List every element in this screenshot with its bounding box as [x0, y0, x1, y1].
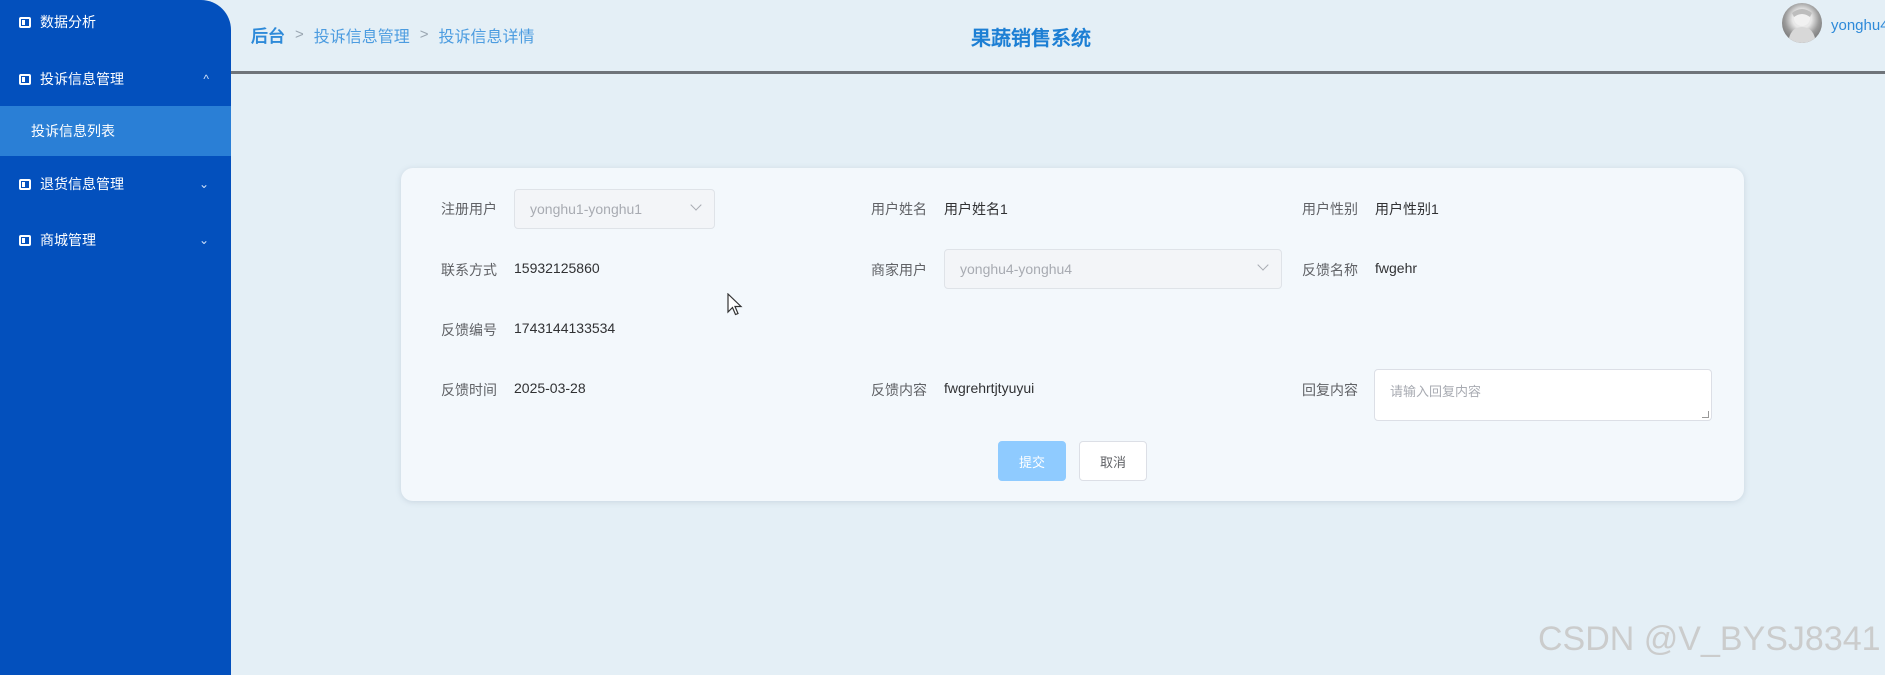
- sidebar-item-label: 投诉信息管理: [40, 71, 124, 87]
- reply-content-label: 回复内容: [1302, 382, 1358, 398]
- mouse-cursor-icon: [727, 293, 743, 316]
- breadcrumb: 后台 > 投诉信息管理 > 投诉信息详情: [251, 22, 535, 47]
- avatar[interactable]: [1782, 3, 1822, 43]
- feedback-no-value: 1743144133534: [514, 320, 616, 336]
- breadcrumb-separator-icon: >: [295, 26, 304, 43]
- sidebar: 数据分析 投诉信息管理 ^ 投诉信息列表 退货信息管理 ⌄ 商城管理 ⌄: [0, 0, 231, 675]
- feedback-no-label: 反馈编号: [441, 322, 497, 338]
- user-gender-value: 用户性别1: [1375, 201, 1439, 217]
- top-header: 后台 > 投诉信息管理 > 投诉信息详情 果蔬销售系统 yonghu4: [231, 0, 1885, 74]
- chevron-down-icon: [1257, 259, 1269, 271]
- user-name-value: 用户姓名1: [944, 201, 1008, 217]
- registered-user-select[interactable]: yonghu1-yonghu1: [514, 189, 715, 229]
- contact-value: 15932125860: [514, 260, 600, 276]
- user-name-label: 用户姓名: [871, 201, 927, 217]
- merchant-user-label: 商家用户: [871, 262, 927, 278]
- menu-icon: [19, 234, 31, 246]
- breadcrumb-separator-icon: >: [419, 26, 429, 43]
- contact-label: 联系方式: [441, 262, 497, 278]
- watermark: CSDN @V_BYSJ8341: [1538, 620, 1881, 658]
- sidebar-item-complaint-management[interactable]: 投诉信息管理 ^: [0, 54, 231, 104]
- chevron-down-icon: ⌄: [198, 233, 209, 247]
- menu-icon: [19, 73, 31, 85]
- sidebar-item-complaint-list[interactable]: 投诉信息列表: [0, 106, 231, 156]
- feedback-name-value: fwgehr: [1375, 260, 1418, 276]
- registered-user-label: 注册用户: [441, 201, 497, 217]
- sidebar-item-label: 投诉信息列表: [31, 123, 115, 139]
- sidebar-item-label: 数据分析: [40, 14, 96, 30]
- chevron-down-icon: ⌄: [198, 177, 209, 191]
- app-title: 果蔬销售系统: [971, 28, 1091, 50]
- menu-icon: [19, 178, 31, 190]
- submit-button[interactable]: 提交: [998, 441, 1066, 481]
- feedback-content-label: 反馈内容: [871, 382, 927, 398]
- feedback-time-label: 反馈时间: [441, 382, 497, 398]
- cancel-button[interactable]: 取消: [1079, 441, 1147, 481]
- user-gender-label: 用户性别: [1302, 201, 1358, 217]
- breadcrumb-current: 投诉信息详情: [438, 28, 535, 46]
- reply-content-textarea[interactable]: 请输入回复内容: [1374, 369, 1712, 421]
- sidebar-item-mall-management[interactable]: 商城管理 ⌄: [0, 215, 231, 265]
- username[interactable]: yonghu4: [1831, 17, 1885, 34]
- sidebar-item-return-management[interactable]: 退货信息管理 ⌄: [0, 159, 231, 209]
- sidebar-item-label: 退货信息管理: [40, 176, 124, 192]
- breadcrumb-complaint-management[interactable]: 投诉信息管理: [314, 23, 410, 47]
- menu-icon: [19, 16, 31, 28]
- feedback-content-value: fwgrehrtjtyuyui: [944, 380, 1035, 396]
- chevron-up-icon: ^: [203, 72, 209, 86]
- feedback-name-label: 反馈名称: [1302, 262, 1358, 278]
- sidebar-item-data-analysis[interactable]: 数据分析: [0, 0, 231, 47]
- merchant-user-value: yonghu4-yonghu4: [960, 261, 1073, 277]
- complaint-detail-card: 注册用户 yonghu1-yonghu1 用户姓名 用户姓名1 用户性别 用户性…: [401, 168, 1744, 501]
- feedback-time-value: 2025-03-28: [514, 380, 586, 396]
- sidebar-item-label: 商城管理: [40, 232, 96, 248]
- registered-user-value: yonghu1-yonghu1: [530, 201, 643, 217]
- chevron-down-icon: [690, 199, 702, 211]
- reply-content-placeholder: 请输入回复内容: [1390, 384, 1482, 399]
- merchant-user-select[interactable]: yonghu4-yonghu4: [944, 249, 1282, 289]
- breadcrumb-root[interactable]: 后台: [251, 22, 285, 47]
